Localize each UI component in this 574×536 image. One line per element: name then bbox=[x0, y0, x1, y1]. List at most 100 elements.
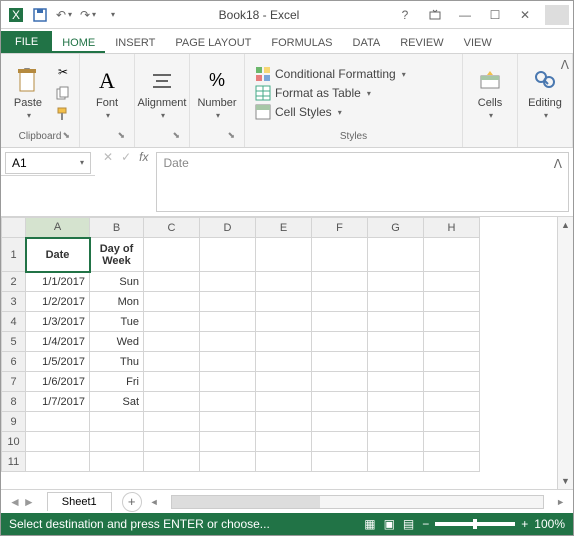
maximize-icon[interactable]: ☐ bbox=[481, 4, 509, 26]
cell-F5[interactable] bbox=[312, 332, 368, 352]
tab-view[interactable]: VIEW bbox=[454, 33, 502, 53]
cell-G9[interactable] bbox=[368, 412, 424, 432]
cell-E11[interactable] bbox=[256, 452, 312, 472]
fx-icon[interactable]: fx bbox=[139, 150, 148, 164]
col-header-C[interactable]: C bbox=[144, 218, 200, 238]
number-button[interactable]: % Number ▾ bbox=[196, 60, 238, 126]
cell-D8[interactable] bbox=[200, 392, 256, 412]
cell-H8[interactable] bbox=[424, 392, 480, 412]
redo-icon[interactable]: ↷▾ bbox=[77, 4, 99, 26]
tab-formulas[interactable]: FORMULAS bbox=[261, 33, 342, 53]
cell-G7[interactable] bbox=[368, 372, 424, 392]
cell-E3[interactable] bbox=[256, 292, 312, 312]
cell-A3[interactable]: 1/2/2017 bbox=[26, 292, 90, 312]
row-header-6[interactable]: 6 bbox=[2, 352, 26, 372]
cell-A2[interactable]: 1/1/2017 bbox=[26, 272, 90, 292]
scroll-left-icon[interactable]: ◄ bbox=[150, 497, 159, 507]
format-as-table-button[interactable]: Format as Table▾ bbox=[253, 84, 408, 102]
scroll-down-icon[interactable]: ▼ bbox=[558, 473, 573, 489]
cell-E6[interactable] bbox=[256, 352, 312, 372]
cell-A11[interactable] bbox=[26, 452, 90, 472]
horizontal-scrollbar[interactable]: ◄ ► bbox=[142, 495, 573, 509]
cell-D3[interactable] bbox=[200, 292, 256, 312]
cells-table[interactable]: ABCDEFGH1DateDay of Week21/1/2017Sun31/2… bbox=[1, 217, 480, 472]
qat-customize-icon[interactable]: ▾ bbox=[101, 4, 123, 26]
row-header-1[interactable]: 1 bbox=[2, 238, 26, 272]
user-avatar[interactable] bbox=[545, 5, 569, 25]
cell-B7[interactable]: Fri bbox=[90, 372, 144, 392]
cell-A1[interactable]: Date bbox=[26, 238, 90, 272]
cell-H11[interactable] bbox=[424, 452, 480, 472]
cell-D4[interactable] bbox=[200, 312, 256, 332]
cell-E7[interactable] bbox=[256, 372, 312, 392]
cell-E8[interactable] bbox=[256, 392, 312, 412]
cell-F4[interactable] bbox=[312, 312, 368, 332]
cell-H7[interactable] bbox=[424, 372, 480, 392]
page-break-view-icon[interactable]: ▤ bbox=[403, 517, 414, 531]
cell-B4[interactable]: Tue bbox=[90, 312, 144, 332]
font-launcher-icon[interactable]: ⬊ bbox=[117, 130, 125, 141]
cell-G5[interactable] bbox=[368, 332, 424, 352]
row-header-11[interactable]: 11 bbox=[2, 452, 26, 472]
font-button[interactable]: A Font ▾ bbox=[86, 60, 128, 126]
col-header-G[interactable]: G bbox=[368, 218, 424, 238]
cell-D11[interactable] bbox=[200, 452, 256, 472]
cell-G11[interactable] bbox=[368, 452, 424, 472]
cell-D2[interactable] bbox=[200, 272, 256, 292]
row-header-2[interactable]: 2 bbox=[2, 272, 26, 292]
cell-E4[interactable] bbox=[256, 312, 312, 332]
cell-B6[interactable]: Thu bbox=[90, 352, 144, 372]
tab-insert[interactable]: INSERT bbox=[105, 33, 165, 53]
cell-D6[interactable] bbox=[200, 352, 256, 372]
cell-C8[interactable] bbox=[144, 392, 200, 412]
cell-F3[interactable] bbox=[312, 292, 368, 312]
copy-icon[interactable] bbox=[53, 83, 73, 103]
cell-E2[interactable] bbox=[256, 272, 312, 292]
cell-D9[interactable] bbox=[200, 412, 256, 432]
cell-F10[interactable] bbox=[312, 432, 368, 452]
cell-H1[interactable] bbox=[424, 238, 480, 272]
zoom-level[interactable]: 100% bbox=[534, 517, 565, 531]
collapse-ribbon-icon[interactable]: ᐱ bbox=[561, 58, 569, 72]
cell-G3[interactable] bbox=[368, 292, 424, 312]
tab-pagelayout[interactable]: PAGE LAYOUT bbox=[165, 33, 261, 53]
cell-B5[interactable]: Wed bbox=[90, 332, 144, 352]
scroll-right-icon[interactable]: ► bbox=[556, 497, 565, 507]
cell-B3[interactable]: Mon bbox=[90, 292, 144, 312]
cell-C4[interactable] bbox=[144, 312, 200, 332]
row-header-7[interactable]: 7 bbox=[2, 372, 26, 392]
cell-H9[interactable] bbox=[424, 412, 480, 432]
minimize-icon[interactable]: — bbox=[451, 4, 479, 26]
cell-G1[interactable] bbox=[368, 238, 424, 272]
help-icon[interactable]: ? bbox=[391, 4, 419, 26]
cell-G8[interactable] bbox=[368, 392, 424, 412]
cell-B1[interactable]: Day of Week bbox=[90, 238, 144, 272]
cell-D5[interactable] bbox=[200, 332, 256, 352]
cell-C11[interactable] bbox=[144, 452, 200, 472]
row-header-9[interactable]: 9 bbox=[2, 412, 26, 432]
cell-F8[interactable] bbox=[312, 392, 368, 412]
save-icon[interactable] bbox=[29, 4, 51, 26]
cell-A10[interactable] bbox=[26, 432, 90, 452]
cell-F7[interactable] bbox=[312, 372, 368, 392]
cell-F9[interactable] bbox=[312, 412, 368, 432]
row-header-8[interactable]: 8 bbox=[2, 392, 26, 412]
editing-button[interactable]: Editing ▾ bbox=[524, 60, 566, 126]
undo-icon[interactable]: ↶▾ bbox=[53, 4, 75, 26]
col-header-B[interactable]: B bbox=[90, 218, 144, 238]
format-painter-icon[interactable] bbox=[53, 104, 73, 124]
tab-review[interactable]: REVIEW bbox=[390, 33, 453, 53]
cell-G6[interactable] bbox=[368, 352, 424, 372]
cell-A4[interactable]: 1/3/2017 bbox=[26, 312, 90, 332]
cell-E5[interactable] bbox=[256, 332, 312, 352]
close-icon[interactable]: ✕ bbox=[511, 4, 539, 26]
zoom-out-button[interactable]: − bbox=[422, 517, 429, 531]
cancel-formula-icon[interactable]: ✕ bbox=[103, 150, 113, 164]
clipboard-launcher-icon[interactable]: ⬊ bbox=[62, 130, 70, 141]
sheet-prev-icon[interactable]: ◄ bbox=[9, 495, 21, 509]
cell-G4[interactable] bbox=[368, 312, 424, 332]
cell-B2[interactable]: Sun bbox=[90, 272, 144, 292]
tab-home[interactable]: HOME bbox=[52, 33, 105, 53]
sheet-tab[interactable]: Sheet1 bbox=[47, 492, 112, 511]
tab-data[interactable]: DATA bbox=[343, 33, 391, 53]
